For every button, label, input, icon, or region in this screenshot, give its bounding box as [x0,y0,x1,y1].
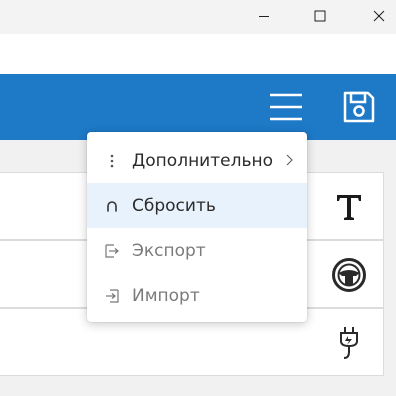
import-icon [102,286,122,306]
menu-item-label: Дополнительно [132,150,273,171]
save-button[interactable] [336,84,382,130]
maximize-button[interactable] [297,0,343,32]
close-icon [373,10,385,22]
chevron-right-icon [283,152,295,168]
more-vertical-icon [102,151,122,171]
menu-button[interactable] [263,84,309,130]
app-toolbar [0,74,396,140]
menu-item-label: Импорт [132,285,200,306]
menu-item-label: Экспорт [132,240,206,261]
menu-item-reset[interactable]: Сбросить [87,183,307,228]
menu-item-export[interactable]: Экспорт [87,228,307,273]
reset-icon [102,196,122,216]
minimize-icon [259,16,269,17]
save-icon [343,91,375,123]
menu-item-more[interactable]: Дополнительно [87,138,307,183]
menu-item-import[interactable]: Импорт [87,273,307,318]
hamburger-menu-icon [270,93,302,121]
text-icon [329,187,369,227]
steering-wheel-icon [329,255,369,295]
export-icon [102,241,122,261]
menu-item-label: Сбросить [132,195,216,216]
plug-icon [329,323,369,363]
overflow-menu: Дополнительно Сбросить Экспорт Импорт [87,132,307,322]
minimize-button[interactable] [241,0,287,32]
close-button[interactable] [356,0,396,32]
maximize-icon [314,10,326,22]
address-bar [0,34,396,74]
title-bar [0,0,396,34]
